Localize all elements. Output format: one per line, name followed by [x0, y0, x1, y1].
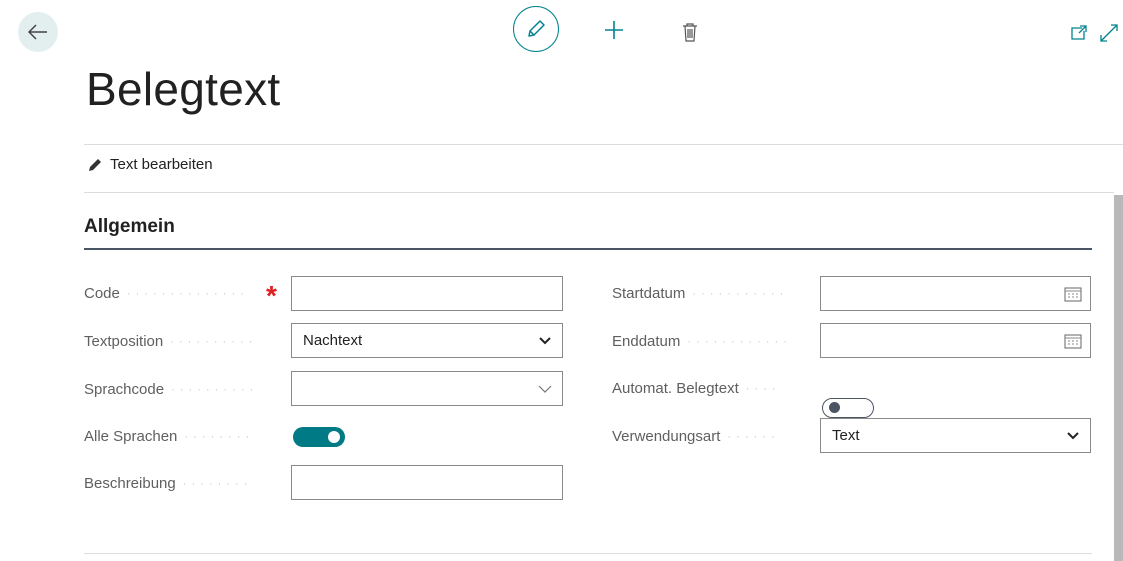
sprachcode-label: Sprachcode · · · · · · · · · · [84, 381, 254, 398]
alle-sprachen-toggle[interactable] [293, 427, 345, 447]
dot-leader: · · · · · · · · [182, 477, 249, 490]
new-button[interactable] [601, 17, 627, 43]
pencil-icon [89, 158, 101, 171]
calendar-icon[interactable] [1056, 286, 1090, 302]
code-label: Code · · · · · · · · · · · · · · [84, 285, 245, 302]
back-button[interactable] [18, 12, 58, 52]
toggle-knob [829, 402, 840, 413]
beschreibung-label: Beschreibung · · · · · · · · [84, 475, 248, 492]
automat-belegtext-toggle[interactable] [822, 398, 874, 418]
dot-leader: · · · · · · · · · · [171, 383, 255, 396]
verwendungsart-select[interactable]: Text [820, 418, 1091, 453]
edit-text-action[interactable]: Text bearbeiten [88, 156, 213, 173]
expand-button[interactable] [1098, 22, 1120, 44]
expand-icon [1100, 24, 1118, 42]
edit-text-label: Text bearbeiten [110, 156, 213, 173]
divider [84, 144, 1123, 145]
divider [84, 192, 1114, 193]
enddatum-label-text: Enddatum [612, 333, 681, 350]
dot-leader: · · · · · · · · · · [170, 335, 254, 348]
textposition-label-text: Textposition [84, 333, 164, 350]
section-underline [84, 248, 1092, 250]
startdatum-label: Startdatum · · · · · · · · · · · [612, 285, 784, 302]
divider [84, 553, 1092, 554]
dot-leader: · · · · · · · · · · · [692, 287, 785, 300]
dot-leader: · · · · · · [727, 430, 776, 443]
open-in-new-window-icon [1071, 25, 1087, 40]
dot-leader: · · · · · · · · [184, 430, 251, 443]
alle-sprachen-label-text: Alle Sprachen [84, 428, 178, 445]
delete-button[interactable] [680, 20, 700, 44]
plus-icon [605, 21, 623, 39]
alle-sprachen-label: Alle Sprachen · · · · · · · · [84, 428, 250, 445]
dot-leader: · · · · [745, 382, 777, 395]
sprachcode-label-text: Sprachcode [84, 381, 165, 398]
calendar-icon[interactable] [1056, 333, 1090, 349]
pencil-icon [528, 20, 545, 37]
page-title: Belegtext [86, 63, 281, 115]
open-new-window-button[interactable] [1069, 23, 1089, 43]
trash-icon [683, 23, 697, 42]
startdatum-field[interactable] [820, 276, 1091, 311]
automat-belegtext-label-text: Automat. Belegtext [612, 380, 739, 397]
textposition-label: Textposition · · · · · · · · · · [84, 333, 253, 350]
beschreibung-field[interactable] [291, 465, 563, 500]
code-label-text: Code [84, 285, 120, 302]
chevron-down-icon [528, 336, 562, 345]
chevron-down-icon [1056, 431, 1090, 440]
enddatum-label: Enddatum · · · · · · · · · · · · [612, 333, 788, 350]
scrollbar[interactable] [1114, 195, 1123, 561]
enddatum-field[interactable] [820, 323, 1091, 358]
verwendungsart-value: Text [832, 427, 860, 444]
toggle-knob [328, 431, 340, 443]
code-field[interactable] [291, 276, 563, 311]
startdatum-label-text: Startdatum [612, 285, 686, 302]
chevron-down-icon [528, 385, 562, 393]
dot-leader: · · · · · · · · · · · · [687, 335, 788, 348]
verwendungsart-label: Verwendungsart · · · · · · [612, 428, 776, 445]
section-title: Allgemein [84, 216, 175, 237]
dot-leader: · · · · · · · · · · · · · · [126, 287, 245, 300]
textposition-value: Nachtext [303, 332, 363, 349]
verwendungsart-label-text: Verwendungsart [612, 428, 721, 445]
textposition-select[interactable]: Nachtext [291, 323, 563, 358]
back-arrow-icon [28, 24, 47, 40]
required-indicator: * [266, 280, 277, 311]
sprachcode-select[interactable] [291, 371, 563, 406]
beschreibung-label-text: Beschreibung [84, 475, 176, 492]
automat-belegtext-label: Automat. Belegtext · · · · [612, 380, 777, 397]
edit-button[interactable] [513, 6, 559, 52]
